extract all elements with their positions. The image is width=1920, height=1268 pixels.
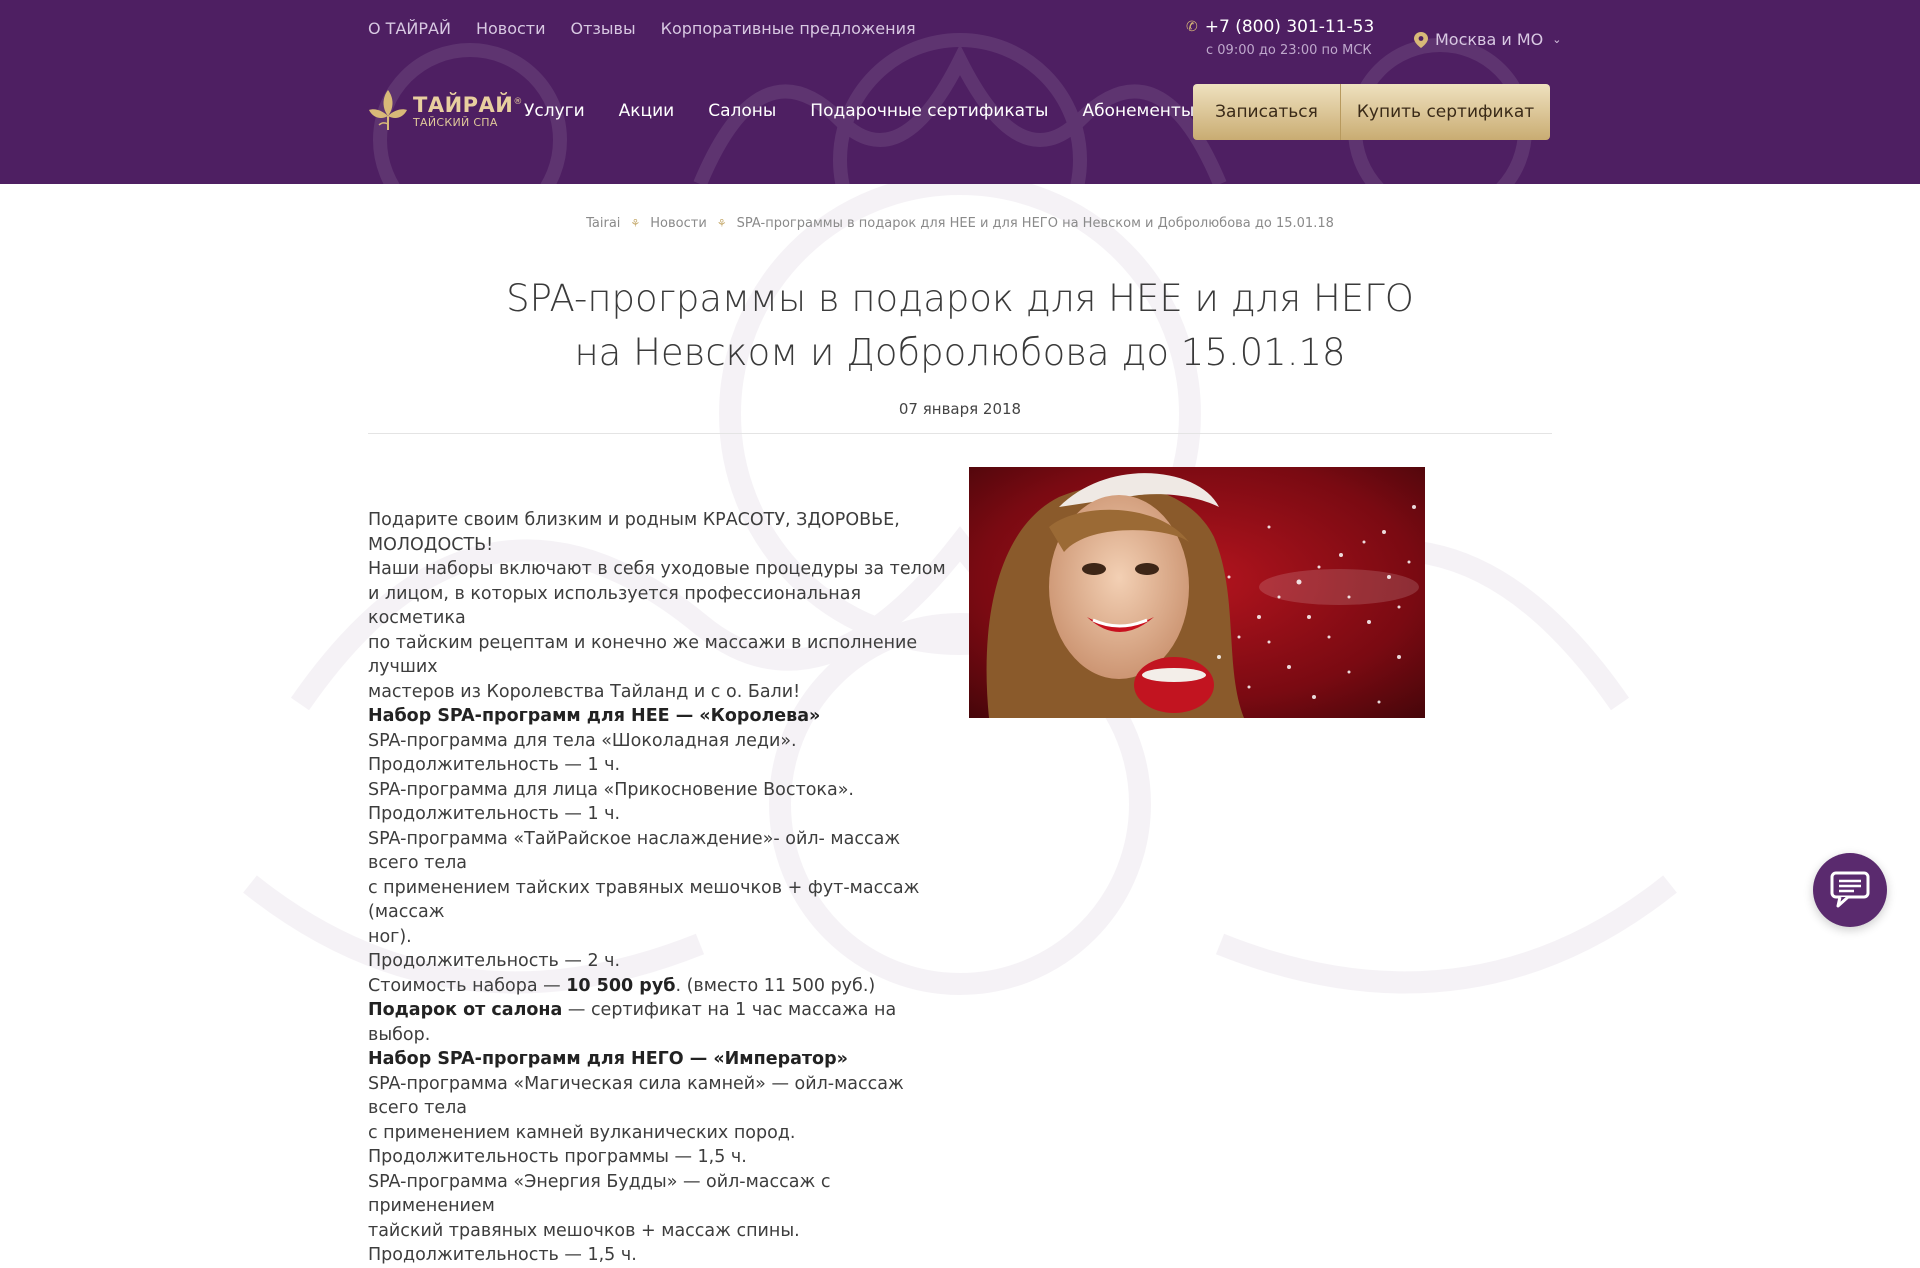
text-line: SPA-программа «Магическая сила камней» —… [368,1073,904,1119]
title-line-2: на Невском и Добролюбова до 15.01.18 [574,331,1346,374]
lotus-logo-icon [369,90,407,130]
text-line: Подарите своим близким и родным КРАСОТУ,… [368,510,900,530]
top-link-about[interactable]: О ТАЙРАЙ [368,19,451,38]
phone-block: ✆ +7 (800) 301-11-53 с 09:00 до 23:00 по… [1186,17,1374,58]
city-selector[interactable]: Москва и МО ⌄ [1414,30,1561,49]
nav-salons[interactable]: Салоны [708,101,776,121]
section-heading-her: Набор SPA-программ для НЕЕ — «Королева» [368,706,821,726]
chat-icon [1830,871,1870,908]
article-date: 07 января 2018 [898,400,1022,418]
breadcrumb: Tairai ⚘ Новости ⚘ SPA-программы в подар… [0,216,1920,231]
text-line: по тайским рецептам и конечно же массажи… [368,632,918,678]
nav-services[interactable]: Услуги [524,101,585,121]
buy-certificate-button[interactable]: Купить сертификат [1341,84,1550,140]
logo-registered: ® [513,97,523,107]
breadcrumb-current: SPA-программы в подарок для НЕЕ и для НЕ… [736,216,1334,231]
chat-button[interactable] [1813,853,1887,927]
main-nav: Услуги Акции Салоны Подарочные сертифика… [524,101,1194,121]
breadcrumb-news[interactable]: Новости [650,216,707,231]
text-line: Продолжительность — 1 ч. [368,755,621,775]
gift-label: Подарок от салона [368,1000,563,1020]
nav-gift-certificates[interactable]: Подарочные сертификаты [810,101,1048,121]
city-label: Москва и МО [1435,30,1544,49]
header-buttons: Записаться Купить сертификат [1193,84,1550,140]
text-line: тайский травяных мешочков + массаж спины… [368,1220,800,1241]
top-links: О ТАЙРАЙ Новости Отзывы Корпоративные пр… [368,19,916,38]
text-line: SPA-программа для тела «Шоколадная леди»… [368,730,797,751]
site-header: О ТАЙРАЙ Новости Отзывы Корпоративные пр… [0,0,1920,184]
text-line: Продолжительность — 2 ч. [368,951,621,971]
top-link-reviews[interactable]: Отзывы [571,19,636,38]
text-line: SPA-программа «Энергия Будды» — ойл-масс… [368,1171,831,1217]
phone-number[interactable]: +7 (800) 301-11-53 [1205,17,1375,37]
top-link-news[interactable]: Новости [476,19,546,38]
signup-button[interactable]: Записаться [1193,84,1341,140]
text-line: ног). [368,926,412,947]
logo-name: ТАЙРАЙ [413,93,514,117]
header-ornament [373,33,1532,184]
price-prefix: Стоимость набора — [368,975,567,996]
text-line: и лицом, в которых используется професси… [368,583,861,629]
article-body: Подарите своим близким и родным КРАСОТУ,… [368,508,948,1268]
logo[interactable]: ТАЙРАЙ® ТАЙСКИЙ СПА [368,88,523,132]
page-title: SPA-программы в подарок для НЕЕ и для НЕ… [368,272,1552,380]
breadcrumb-home[interactable]: Tairai [586,216,620,231]
text-line: SPA-программа «ТайРайское наслаждение»- … [368,828,901,874]
text-line: Наши наборы включают в себя уходовые про… [368,559,946,579]
phone-icon: ✆ [1186,19,1198,35]
text-line: с применением тайских травяных мешочков … [368,877,920,923]
text-line: мастеров из Королевства Тайланд и с о. Б… [368,681,801,702]
divider [368,433,1552,434]
top-link-corporate[interactable]: Корпоративные предложения [661,19,916,38]
text-line: Продолжительность программы — 1,5 ч. [368,1147,747,1167]
title-line-1: SPA-программы в подарок для НЕЕ и для НЕ… [506,277,1414,320]
phone-hours: с 09:00 до 23:00 по МСК [1206,43,1372,58]
text-line: Продолжительность — 1 ч. [368,804,621,824]
chevron-down-icon: ⌄ [1552,33,1562,46]
text-line: МОЛОДОСТЬ! [368,534,494,555]
logo-subtitle: ТАЙСКИЙ СПА [413,116,498,129]
nav-subscriptions[interactable]: Абонементы [1082,101,1194,121]
price-value: 10 500 руб [566,975,676,996]
lotus-separator-icon: ⚘ [716,217,727,230]
section-heading-him: Набор SPA-программ для НЕГО — «Император… [368,1049,848,1069]
nav-promotions[interactable]: Акции [619,101,675,121]
article-image [969,467,1425,718]
price-line: Стоимость набора — 10 500 руб. (вместо 1… [368,974,948,999]
location-pin-icon [1414,31,1428,48]
gift-line: Подарок от салона — сертификат на 1 час … [368,998,948,1047]
text-line: с применением камней вулканических пород… [368,1122,796,1143]
text-line: SPA-программа для лица «Прикосновение Во… [368,779,854,800]
text-line: Продолжительность — 1,5 ч. [368,1245,637,1265]
lotus-separator-icon: ⚘ [630,217,641,230]
price-suffix: . (вместо 11 500 руб.) [675,975,876,996]
